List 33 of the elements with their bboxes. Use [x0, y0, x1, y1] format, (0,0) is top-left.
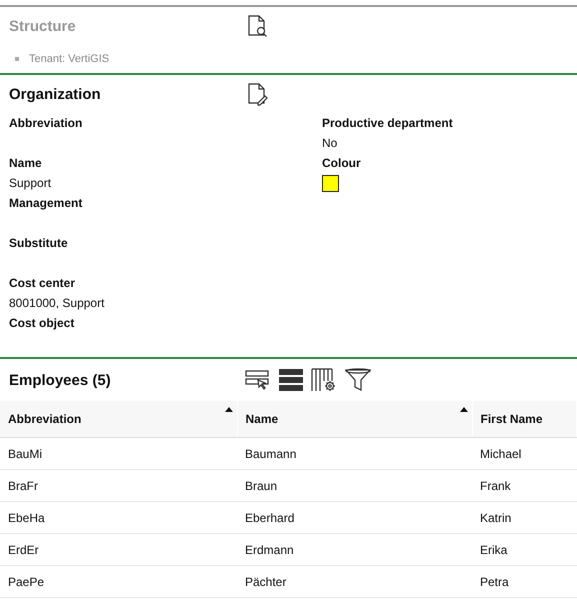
table-cell: Erika [472, 534, 576, 566]
field-label: Productive department [322, 115, 454, 132]
field-label: Abbreviation [9, 115, 84, 132]
table-cell: Braun [237, 470, 472, 502]
field-value: No [322, 135, 338, 152]
table-cell: Eberhard [237, 502, 472, 534]
table-cell: BraFr [0, 470, 237, 502]
table-cell: Erdmann [237, 534, 472, 566]
table-cell: Frank [472, 470, 576, 502]
table-cell: Petra [472, 566, 576, 598]
field-value: 8001000, Support [9, 295, 104, 312]
column-header[interactable]: Name [237, 401, 472, 438]
section-title: Structure [9, 18, 77, 34]
column-header[interactable]: Abbreviation [0, 401, 237, 438]
field-label: Cost center [9, 275, 76, 292]
table-cell: Michael [472, 438, 576, 470]
table-cell: BauMi [0, 438, 237, 470]
field-label: Cost object [9, 315, 76, 332]
table-cell: Baumann [237, 438, 472, 470]
section-title: Employees (5) [9, 372, 112, 388]
table-cell: EbeHa [0, 502, 237, 534]
field-label: Name [9, 155, 43, 172]
field-label: Substitute [9, 235, 69, 252]
section-title: Organization [9, 86, 102, 102]
column-header[interactable]: First Name [472, 401, 576, 438]
field-label: Management [9, 195, 84, 212]
table-cell: Katrin [472, 502, 576, 534]
table-cell: ErdEr [0, 534, 237, 566]
field-value: Support [9, 175, 52, 192]
tree-item[interactable]: Tenant: VertiGIS [29, 53, 110, 65]
table-cell: Pächter [237, 566, 472, 598]
field-label: Colour [322, 155, 362, 172]
table-cell: PaePe [0, 566, 237, 598]
